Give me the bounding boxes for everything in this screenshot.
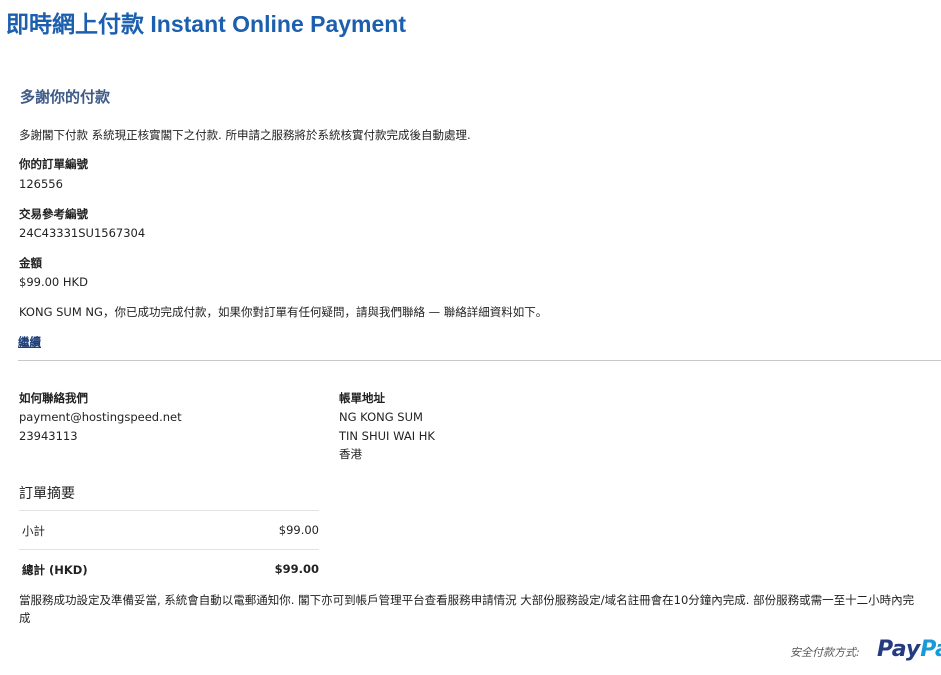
amount-value: $99.00 HKD xyxy=(19,275,88,289)
secure-payment-label: 安全付款方式: xyxy=(790,646,860,659)
subtotal-label: 小計 xyxy=(22,524,45,538)
order-summary-heading: 訂單摘要 xyxy=(19,486,75,502)
subtotal-value: $99.00 xyxy=(278,523,319,537)
billing-name: NG KONG SUM xyxy=(339,410,423,424)
total-value: $99.00 xyxy=(274,562,319,576)
divider xyxy=(18,360,941,361)
billing-address-line: TIN SHUI WAI HK xyxy=(339,429,435,443)
contact-phone: 23943113 xyxy=(19,429,78,443)
continue-link[interactable]: 繼續 xyxy=(18,334,41,350)
transaction-ref-value: 24C43331SU1567304 xyxy=(19,226,146,240)
subtotal-row: 小計 $99.00 xyxy=(22,523,319,539)
total-label: 總計 (HKD) xyxy=(22,563,88,577)
contact-email: payment@hostingspeed.net xyxy=(19,410,182,424)
service-notice-line: 當服務成功設定及準備妥當, 系統會自動以電郵通知你. 閣下亦可到帳戶管理平台查看… xyxy=(19,593,915,607)
billing-address-label: 帳單地址 xyxy=(339,391,385,405)
transaction-ref-label: 交易參考編號 xyxy=(19,207,88,221)
service-notice-line: 成 xyxy=(19,611,31,625)
order-number-value: 126556 xyxy=(19,177,63,191)
paypal-logo: PayPal xyxy=(877,637,941,662)
confirmation-message: 多謝閣下付款 系統現正核實閣下之付款. 所申請之服務將於系統核實付款完成後自動處… xyxy=(19,128,471,142)
billing-region: 香港 xyxy=(339,447,362,461)
order-number-label: 你的訂單編號 xyxy=(19,157,88,171)
total-row: 總計 (HKD) $99.00 xyxy=(22,562,319,578)
thank-you-heading: 多謝你的付款 xyxy=(20,88,111,106)
amount-label: 金額 xyxy=(19,256,42,270)
success-message: KONG SUM NG，你已成功完成付款，如果你對訂單有任何疑問，請與我們聯絡 … xyxy=(19,305,548,319)
summary-divider xyxy=(19,510,319,511)
page-title: 即時網上付款 Instant Online Payment xyxy=(6,11,406,37)
service-notice: 當服務成功設定及準備妥當, 系統會自動以電郵通知你. 閣下亦可到帳戶管理平台查看… xyxy=(19,591,941,627)
summary-divider xyxy=(19,549,319,550)
contact-label: 如何聯絡我們 xyxy=(19,391,88,405)
